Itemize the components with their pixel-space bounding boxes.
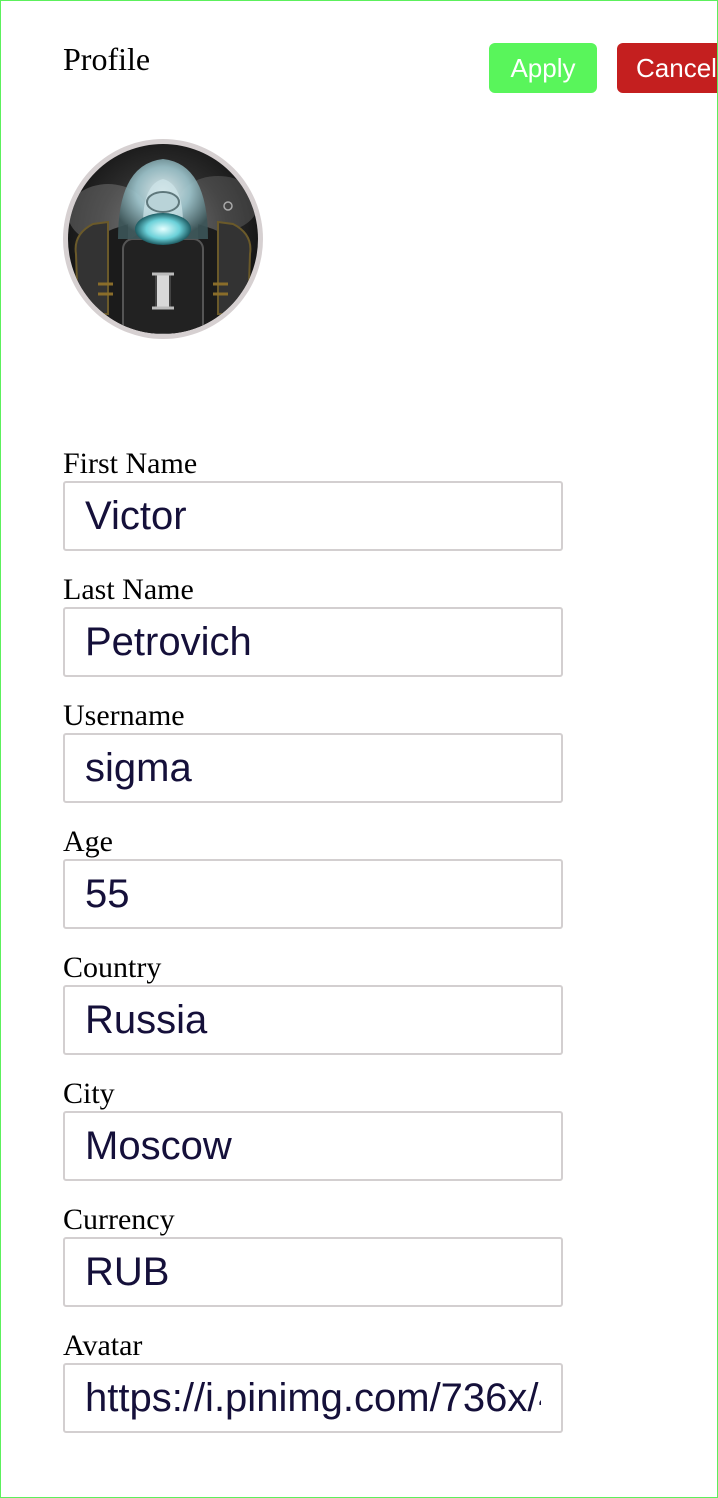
avatar-url-input[interactable] <box>63 1363 563 1433</box>
city-field: City <box>63 1077 563 1181</box>
age-field: Age <box>63 825 563 929</box>
apply-button[interactable]: Apply <box>489 43 597 93</box>
last-name-label: Last Name <box>63 573 194 606</box>
avatar-image <box>68 144 258 334</box>
last-name-field: Last Name <box>63 573 563 677</box>
cancel-button[interactable]: Cancel <box>617 43 717 93</box>
age-label: Age <box>63 825 113 858</box>
first-name-field: First Name <box>63 447 563 551</box>
first-name-label: First Name <box>63 447 198 480</box>
profile-page: Profile Apply Cancel First Name Victor L… <box>0 0 718 1498</box>
currency-input[interactable] <box>63 1237 563 1307</box>
username-label: Username <box>63 699 185 732</box>
currency-field: Currency <box>63 1203 563 1307</box>
age-input[interactable] <box>63 859 563 929</box>
country-input[interactable] <box>63 985 563 1055</box>
avatar-url-label: Avatar <box>63 1329 143 1362</box>
last-name-input[interactable] <box>63 607 563 677</box>
username-field: Username <box>63 699 563 803</box>
username-input[interactable] <box>63 733 563 803</box>
page-title: Profile <box>63 41 151 77</box>
avatar <box>63 139 263 339</box>
city-label: City <box>63 1077 115 1110</box>
country-label: Country <box>63 951 162 984</box>
first-name-input[interactable] <box>63 481 563 551</box>
city-input[interactable] <box>63 1111 563 1181</box>
country-field: Country <box>63 951 563 1055</box>
avatar-url-field: Avatar <box>63 1329 563 1433</box>
currency-label: Currency <box>63 1203 175 1236</box>
